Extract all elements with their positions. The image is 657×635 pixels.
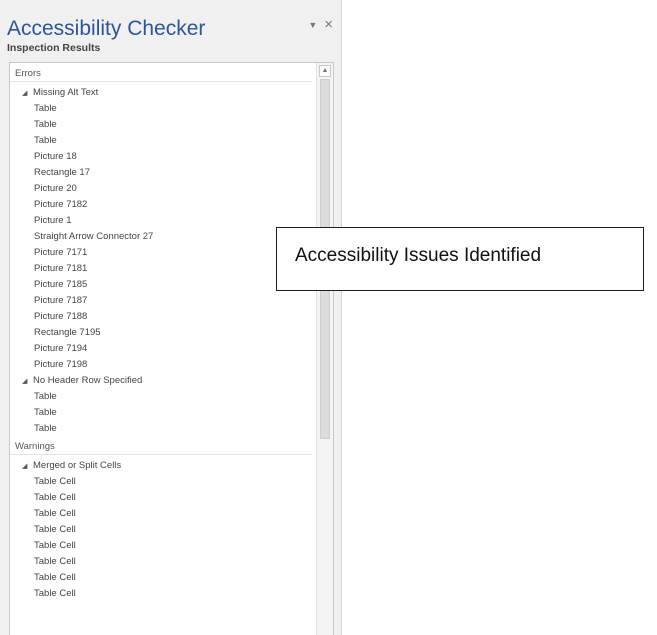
tree-item[interactable]: Picture 7171 <box>10 245 316 261</box>
tree-group-label: Merged or Split Cells <box>33 460 122 471</box>
pane-title: Accessibility Checker <box>7 17 206 40</box>
tree-item[interactable]: Table <box>10 133 316 149</box>
tree-item[interactable]: Table <box>10 421 316 437</box>
tree-group-row[interactable]: ◢ Merged or Split Cells <box>10 458 316 474</box>
tree-item[interactable]: Table <box>10 405 316 421</box>
tree-group-label: No Header Row Specified <box>33 375 143 386</box>
expand-triangle-icon[interactable]: ◢ <box>22 374 27 390</box>
tree-group-label: Missing Alt Text <box>33 87 99 98</box>
tree-item[interactable]: Picture 7198 <box>10 357 316 373</box>
tree-item[interactable]: Picture 1 <box>10 213 316 229</box>
pane-controls: ▼ × <box>308 17 333 32</box>
tree-item[interactable]: Table Cell <box>10 474 316 490</box>
accessibility-checker-pane: Accessibility Checker ▼ × Inspection Res… <box>0 0 342 635</box>
tree-item[interactable]: Picture 7188 <box>10 309 316 325</box>
tree-item[interactable]: Picture 18 <box>10 149 316 165</box>
tree-item[interactable]: Picture 7187 <box>10 293 316 309</box>
tree-item[interactable]: Table <box>10 101 316 117</box>
tree-item[interactable]: Picture 7194 <box>10 341 316 357</box>
tree-item[interactable]: Table Cell <box>10 538 316 554</box>
scroll-up-icon[interactable]: ▲ <box>319 65 331 77</box>
tree-item[interactable]: Table Cell <box>10 522 316 538</box>
warnings-section-header: Warnings <box>10 439 312 455</box>
callout-text: Accessibility Issues Identified <box>295 245 542 266</box>
callout-box: Accessibility Issues Identified <box>276 227 644 291</box>
inspection-results-label: Inspection Results <box>7 42 101 54</box>
inspection-results-list[interactable]: Errors ◢ Missing Alt Text Table Table Table Pi… <box>9 62 334 635</box>
tree-item[interactable]: Picture 7182 <box>10 197 316 213</box>
tree-item[interactable]: Picture 20 <box>10 181 316 197</box>
tree-item[interactable]: Table <box>10 389 316 405</box>
vertical-scrollbar[interactable]: ▲ <box>316 63 333 635</box>
tree-group-row[interactable]: ◢ No Header Row Specified <box>10 373 316 389</box>
tree-item[interactable]: Table Cell <box>10 570 316 586</box>
tree-item[interactable]: Table Cell <box>10 554 316 570</box>
close-icon[interactable]: × <box>324 17 333 32</box>
chevron-down-icon[interactable]: ▼ <box>308 20 317 30</box>
tree-item[interactable]: Table Cell <box>10 506 316 522</box>
results-tree: Errors ◢ Missing Alt Text Table Table Table Pi… <box>10 63 316 602</box>
tree-item[interactable]: Table Cell <box>10 490 316 506</box>
errors-section-header: Errors <box>10 66 312 82</box>
tree-item[interactable]: Picture 7185 <box>10 277 316 293</box>
tree-item[interactable]: Rectangle 7195 <box>10 325 316 341</box>
tree-item[interactable]: Straight Arrow Connector 27 <box>10 229 316 245</box>
tree-item[interactable]: Picture 7181 <box>10 261 316 277</box>
tree-item[interactable]: Rectangle 17 <box>10 165 316 181</box>
expand-triangle-icon[interactable]: ◢ <box>22 86 27 102</box>
tree-group-row[interactable]: ◢ Missing Alt Text <box>10 85 316 101</box>
expand-triangle-icon[interactable]: ◢ <box>22 459 27 475</box>
tree-item[interactable]: Table <box>10 117 316 133</box>
tree-item[interactable]: Table Cell <box>10 586 316 602</box>
